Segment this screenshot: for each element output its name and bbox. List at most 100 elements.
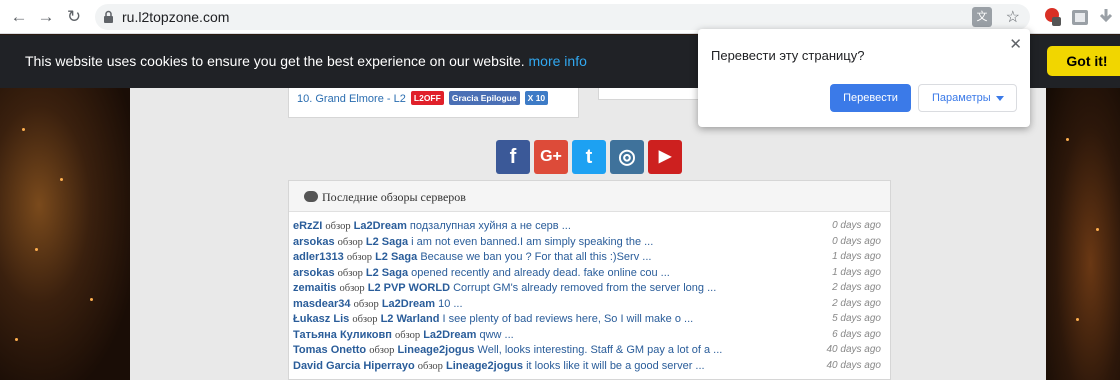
review-server[interactable]: L2 PVP WORLD [368,282,450,294]
review-connector: обзор [353,298,379,310]
close-icon[interactable]: ✕ [1009,35,1022,53]
review-connector: обзор [339,283,365,294]
review-server[interactable]: L2 Warland [381,313,440,325]
review-row[interactable]: masdear34 обзор La2Dream 10 ... 2 days a… [293,298,887,314]
lock-icon [104,10,113,23]
badge-rate: X 10 [524,91,549,105]
review-text[interactable]: подзалупная хуйня а не серв ... [410,220,571,232]
extension-badge-icon[interactable] [1044,7,1062,27]
back-button[interactable]: ← [8,6,30,28]
review-text[interactable]: qww ... [479,329,513,341]
facebook-icon[interactable]: f [496,140,530,174]
review-age: 6 days ago [832,328,881,340]
review-server[interactable]: L2 Saga [375,251,417,263]
review-row[interactable]: zemaitis обзор L2 PVP WORLD Corrupt GM's… [293,282,887,298]
review-user[interactable]: arsokas [293,236,335,248]
chevron-down-icon [996,96,1004,101]
review-age: 1 days ago [832,251,881,262]
review-connector: обзор [352,314,378,325]
review-user[interactable]: zemaitis [293,282,336,294]
review-text[interactable]: opened recently and already dead. fake o… [411,267,670,279]
extension-puzzle-icon[interactable] [1071,7,1089,27]
review-text[interactable]: 10 ... [438,298,462,310]
review-text[interactable]: I see plenty of bad reviews here, So I w… [443,313,694,325]
translate-icon[interactable]: 文 [972,7,992,27]
review-row[interactable]: arsokas обзор L2 Saga i am not even bann… [293,236,887,252]
review-text[interactable]: Well, looks interesting. Staff & GM pay … [478,344,723,356]
review-user[interactable]: eRzZI [293,220,322,232]
review-text[interactable]: Because we ban you ? For that all this :… [420,251,651,263]
cookie-message: This website uses cookies to ensure you … [25,53,587,69]
review-age: 2 days ago [832,297,881,309]
panel-title: Последние обзоры серверов [322,190,466,204]
google-plus-icon[interactable]: G+ [534,140,568,174]
review-user[interactable]: David Garcia Hiperrayo [293,360,415,372]
url-text: ru.l2topzone.com [122,9,230,25]
cookie-accept-button[interactable]: Got it! [1047,46,1120,76]
translate-popup: Перевести эту страницу? ✕ Перевести Пара… [698,29,1030,127]
review-row[interactable]: Татьяна Куликовп обзор La2Dream qww ... … [293,329,887,345]
review-server[interactable]: La2Dream [423,329,476,341]
review-server[interactable]: La2Dream [382,298,435,310]
side-card [598,88,698,100]
review-row[interactable]: Łukasz Lis обзор L2 Warland I see plenty… [293,313,887,329]
review-connector: обзор [346,252,373,263]
review-age: 0 days ago [832,235,881,247]
twitter-icon[interactable]: t [572,140,606,174]
badge-chronicle: Gracia Epilogue [448,91,520,105]
review-connector: обзор [417,360,443,372]
review-user[interactable]: adler1313 [293,251,344,263]
panel-header: Последние обзоры серверов [289,181,890,212]
review-connector: обзор [337,267,363,279]
review-row[interactable]: Tomas Onetto обзор Lineage2jogus Well, l… [293,344,887,360]
review-user[interactable]: masdear34 [293,298,351,310]
review-age: 2 days ago [832,282,881,293]
download-icon[interactable] [1097,7,1115,27]
bookmark-star-icon[interactable]: ☆ [1006,7,1020,27]
review-row[interactable]: eRzZI обзор La2Dream подзалупная хуйня а… [293,220,887,236]
review-connector: обзор [325,221,351,232]
review-server[interactable]: L2 Saga [366,236,408,248]
top-server-list: 10. Grand Elmore - L2 L2OFF Gracia Epilo… [288,88,579,118]
review-age: 5 days ago [832,313,881,324]
review-server[interactable]: Lineage2jogus [397,344,474,356]
instagram-icon[interactable]: ◎ [610,140,644,174]
translate-button[interactable]: Перевести [830,84,911,112]
review-row[interactable]: adler1313 обзор L2 Saga Because we ban y… [293,251,887,267]
review-row[interactable]: David Garcia Hiperrayo обзор Lineage2jog… [293,360,887,376]
badge-l2off: L2OFF [410,91,444,105]
forward-button[interactable]: → [35,6,57,28]
review-user[interactable]: Татьяна Куликовп [293,329,392,341]
translate-prompt: Перевести эту страницу? [711,48,865,63]
review-user[interactable]: Tomas Onetto [293,344,366,356]
review-age: 40 days ago [826,344,882,355]
options-button[interactable]: Параметры [918,84,1017,112]
decor-right-artwork [1046,88,1120,380]
youtube-icon[interactable]: ▶ [648,140,682,174]
review-row[interactable]: arsokas обзор L2 Saga opened recently an… [293,267,887,283]
review-user[interactable]: Łukasz Lis [293,313,349,325]
review-text[interactable]: Corrupt GM's already removed from the se… [453,282,716,294]
cookie-message-text: This website uses cookies to ensure you … [25,53,525,69]
review-connector: обзор [369,345,395,356]
review-connector: обзор [394,329,421,341]
review-server[interactable]: Lineage2jogus [446,360,523,372]
reload-button[interactable]: ↻ [63,6,85,28]
review-server[interactable]: L2 Saga [366,267,408,279]
server-row-label[interactable]: 10. Grand Elmore - L2 [297,93,406,105]
options-label: Параметры [932,92,991,104]
decor-left-artwork [0,88,130,380]
review-text[interactable]: it looks like it will be a good server .… [526,360,705,372]
review-text[interactable]: i am not even banned.I am simply speakin… [411,236,653,248]
review-user[interactable]: arsokas [293,267,335,279]
review-age: 40 days ago [826,359,882,371]
review-age: 1 days ago [832,266,881,278]
address-bar[interactable]: ru.l2topzone.com 文 ☆ [95,4,1030,30]
server-row[interactable]: 10. Grand Elmore - L2 L2OFF Gracia Epilo… [297,91,549,105]
review-age: 0 days ago [832,220,881,231]
review-server[interactable]: La2Dream [354,220,407,232]
review-connector: обзор [337,236,363,248]
more-info-link[interactable]: more info [529,53,587,69]
latest-reviews-panel: Последние обзоры серверов eRzZI обзор La… [288,180,891,380]
comment-icon [304,191,318,202]
